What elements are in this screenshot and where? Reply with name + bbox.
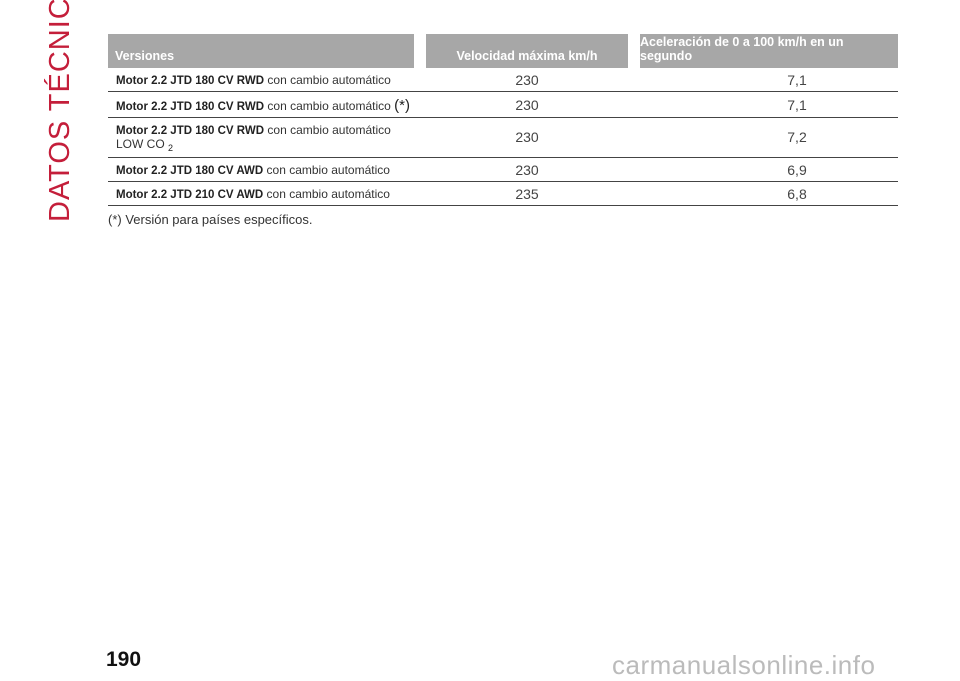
model-detail: con cambio automático <box>266 187 390 201</box>
accel-value: 7,1 <box>787 97 807 113</box>
section-title: DATOS TÉCNICOS <box>44 0 76 222</box>
speed-value: 230 <box>515 72 539 88</box>
page-number: 190 <box>106 648 142 671</box>
model-name: Motor 2.2 JTD 210 CV AWD <box>116 189 264 201</box>
model-name: Motor 2.2 JTD 180 CV AWD <box>116 165 264 177</box>
table-row: Motor 2.2 JTD 210 CV AWD con cambio auto… <box>108 182 898 206</box>
model-detail: con cambio automático <box>267 73 391 87</box>
speed-value: 230 <box>515 97 539 113</box>
model-detail: con cambio automático <box>267 123 391 137</box>
header-aceleracion: Aceleración de 0 a 100 km/h en un segund… <box>640 34 898 68</box>
accel-value: 7,1 <box>787 72 807 88</box>
speed-value: 230 <box>515 129 539 145</box>
version-cell: Motor 2.2 JTD 180 CV AWD con cambio auto… <box>116 164 390 178</box>
subscript: 2 <box>168 143 174 153</box>
model-name: Motor 2.2 JTD 180 CV RWD <box>116 125 265 137</box>
table-row: Motor 2.2 JTD 180 CV RWD con cambio auto… <box>108 68 898 92</box>
model-detail: con cambio automático <box>266 163 390 177</box>
version-cell: Motor 2.2 JTD 180 CV RWD con cambio auto… <box>116 124 391 155</box>
table-header: Versiones Velocidad máxima km/h Acelerac… <box>108 34 898 68</box>
footnote: (*) Versión para países específicos. <box>108 212 313 227</box>
version-cell: Motor 2.2 JTD 180 CV RWD con cambio auto… <box>116 74 391 88</box>
table-row: Motor 2.2 JTD 180 CV AWD con cambio auto… <box>108 158 898 182</box>
header-versiones: Versiones <box>108 34 414 68</box>
model-extra: LOW CO <box>116 137 165 151</box>
table-row: Motor 2.2 JTD 180 CV RWD con cambio auto… <box>108 92 898 118</box>
model-name: Motor 2.2 JTD 180 CV RWD <box>116 75 265 87</box>
model-detail: con cambio automático <box>267 99 391 113</box>
performance-table: Versiones Velocidad máxima km/h Acelerac… <box>108 34 898 206</box>
model-name: Motor 2.2 JTD 180 CV RWD <box>116 101 265 113</box>
accel-value: 6,9 <box>787 162 807 178</box>
header-velocidad: Velocidad máxima km/h <box>426 34 628 68</box>
speed-value: 235 <box>515 186 539 202</box>
footnote-marker: (*) <box>394 97 410 114</box>
table-row: Motor 2.2 JTD 180 CV RWD con cambio auto… <box>108 118 898 158</box>
speed-value: 230 <box>515 162 539 178</box>
accel-value: 6,8 <box>787 186 807 202</box>
version-cell: Motor 2.2 JTD 210 CV AWD con cambio auto… <box>116 188 390 202</box>
watermark: carmanualsonline.info <box>612 650 876 680</box>
version-cell: Motor 2.2 JTD 180 CV RWD con cambio auto… <box>116 97 410 114</box>
accel-value: 7,2 <box>787 129 807 145</box>
